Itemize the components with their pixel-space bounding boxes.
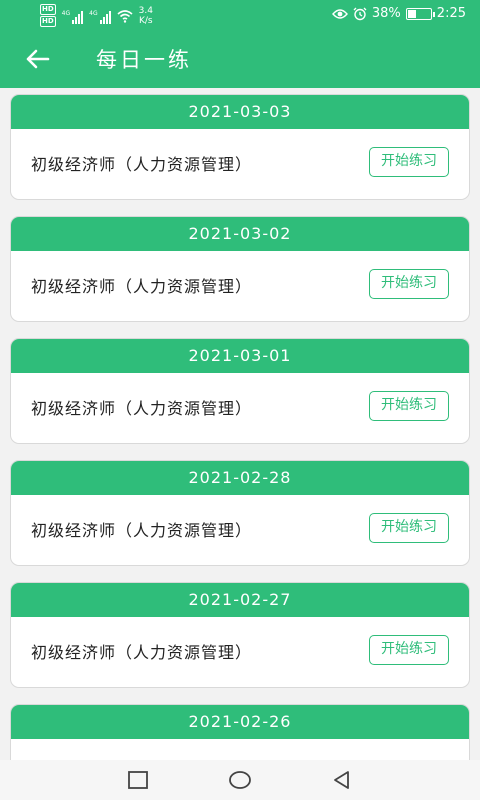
signal-icon: 4G	[89, 10, 111, 24]
arrow-left-icon[interactable]	[20, 44, 54, 74]
page-title: 每日一练	[96, 48, 192, 72]
card-title: 初级经济师（人力资源管理）	[31, 521, 253, 540]
hd-badges: HD HD	[40, 4, 56, 27]
card-date: 2021-03-03	[11, 95, 469, 129]
card-body: 初级经济师（人力资源管理） 开始练习	[11, 373, 469, 443]
card-date: 2021-02-27	[11, 583, 469, 617]
status-right-group: 38% 2:25	[331, 6, 466, 21]
system-nav-bar	[0, 760, 480, 800]
network-speed: 3.4 K/s	[139, 6, 153, 26]
practice-card: 2021-03-02 初级经济师（人力资源管理） 开始练习	[10, 216, 470, 322]
card-date: 2021-02-28	[11, 461, 469, 495]
card-date: 2021-03-02	[11, 217, 469, 251]
status-left-group: HD HD 4G 4G 3.4 K/s	[40, 4, 153, 27]
eye-icon	[331, 8, 348, 19]
card-date: 2021-03-01	[11, 339, 469, 373]
alarm-icon	[353, 7, 367, 20]
card-title: 初级经济师（人力资源管理）	[31, 277, 253, 296]
app-bar: 每日一练	[0, 30, 480, 88]
start-practice-button[interactable]: 开始练习	[369, 513, 449, 543]
card-title: 初级经济师（人力资源管理）	[31, 399, 253, 418]
wifi-icon	[117, 10, 133, 23]
recents-square-icon[interactable]	[126, 769, 150, 791]
practice-card: 2021-02-28 初级经济师（人力资源管理） 开始练习	[10, 460, 470, 566]
status-bar: HD HD 4G 4G 3.4 K/s 38% 2:25	[0, 0, 480, 30]
home-circle-icon[interactable]	[228, 769, 252, 791]
back-triangle-icon[interactable]	[330, 769, 354, 791]
card-body: 初级经济师（人力资源管理） 开始练习	[11, 617, 469, 687]
start-practice-button[interactable]: 开始练习	[369, 147, 449, 177]
card-date: 2021-02-26	[11, 705, 469, 739]
card-title: 初级经济师（人力资源管理）	[31, 643, 253, 662]
signal-label: 4G	[89, 10, 98, 17]
hd-badge: HD	[40, 4, 56, 15]
start-practice-button[interactable]: 开始练习	[369, 391, 449, 421]
hd-badge: HD	[40, 16, 56, 27]
signal-icon: 4G	[61, 10, 84, 24]
card-body: 初级经济师（人力资源管理） 开始练习	[11, 129, 469, 199]
battery-icon	[405, 7, 435, 20]
practice-list[interactable]: 2021-03-03 初级经济师（人力资源管理） 开始练习 2021-03-02…	[0, 88, 480, 760]
battery-percent: 38%	[371, 6, 401, 21]
speed-unit: K/s	[138, 16, 153, 26]
speed-value: 3.4	[138, 6, 153, 16]
card-body	[11, 739, 469, 760]
card-body: 初级经济师（人力资源管理） 开始练习	[11, 495, 469, 565]
clock: 2:25	[436, 6, 466, 21]
practice-card: 2021-02-26	[10, 704, 470, 760]
practice-card: 2021-03-03 初级经济师（人力资源管理） 开始练习	[10, 94, 470, 200]
practice-card: 2021-03-01 初级经济师（人力资源管理） 开始练习	[10, 338, 470, 444]
start-practice-button[interactable]: 开始练习	[369, 635, 449, 665]
card-body: 初级经济师（人力资源管理） 开始练习	[11, 251, 469, 321]
card-title: 初级经济师（人力资源管理）	[31, 155, 253, 174]
practice-card: 2021-02-27 初级经济师（人力资源管理） 开始练习	[10, 582, 470, 688]
signal-label: 4G	[61, 10, 71, 17]
start-practice-button[interactable]: 开始练习	[369, 269, 449, 299]
